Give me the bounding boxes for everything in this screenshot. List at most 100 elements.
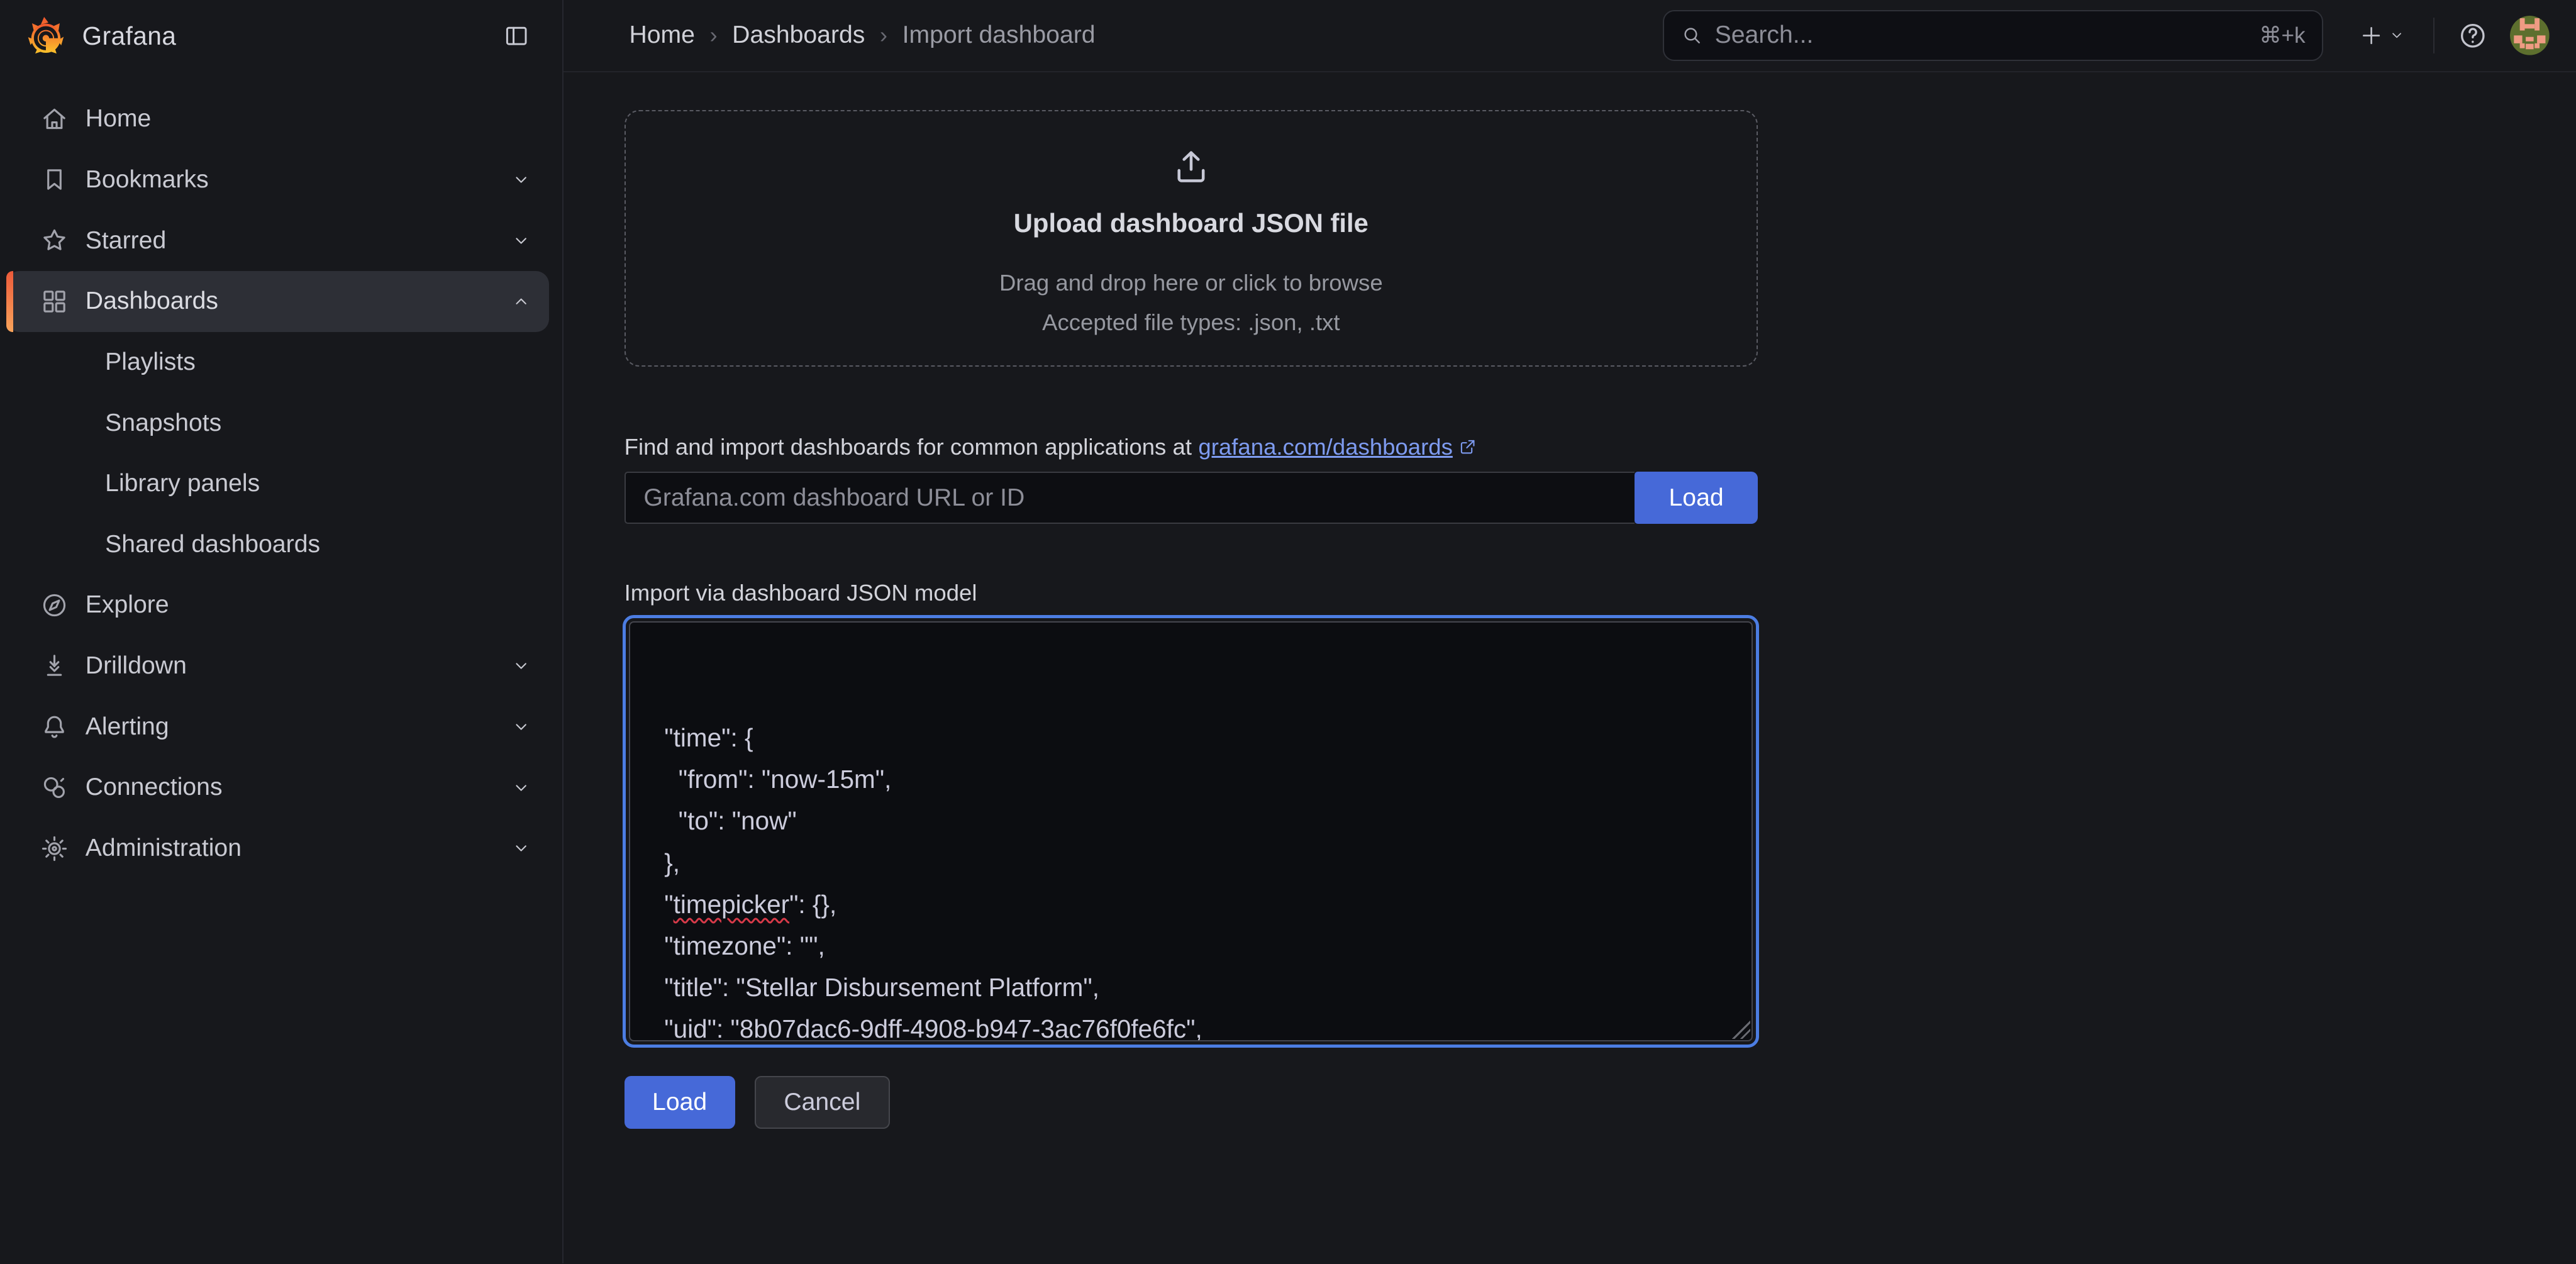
search-input[interactable] bbox=[1715, 21, 2248, 49]
load-button[interactable]: Load bbox=[625, 1076, 735, 1129]
breadcrumb-separator: › bbox=[880, 22, 887, 48]
sidebar-toggle-button[interactable] bbox=[493, 13, 539, 59]
topbar-divider bbox=[2433, 18, 2435, 53]
drilldown-icon bbox=[40, 651, 69, 681]
plus-icon bbox=[2359, 23, 2384, 48]
form-actions: Load Cancel bbox=[625, 1076, 1758, 1129]
breadcrumb: Home › Dashboards › Import dashboard bbox=[629, 21, 1095, 49]
sidebar-item-connections[interactable]: Connections bbox=[6, 757, 549, 818]
sidebar-item-starred[interactable]: Starred bbox=[6, 210, 549, 271]
chevron-down-icon[interactable] bbox=[503, 830, 539, 866]
apps-icon bbox=[40, 287, 69, 316]
cancel-button[interactable]: Cancel bbox=[755, 1076, 890, 1129]
sidebar-item-label: Drilldown bbox=[86, 652, 187, 680]
misspelled-token: timepicker bbox=[674, 890, 789, 919]
gcom-help-prefix: Find and import dashboards for common ap… bbox=[625, 434, 1192, 460]
sidebar-item-label: Home bbox=[86, 105, 152, 133]
sidebar-item-label: Dashboards bbox=[86, 287, 218, 315]
breadcrumb-item-import-dashboard: Import dashboard bbox=[902, 21, 1096, 49]
sidebar-item-label: Snapshots bbox=[105, 409, 221, 437]
gcom-url-input[interactable] bbox=[625, 472, 1635, 524]
sidebar: Grafana Home Bookmarks Starred Dashboards Pl… bbox=[0, 0, 564, 1263]
upload-title: Upload dashboard JSON file bbox=[1014, 208, 1368, 238]
sidebar-item-bookmarks[interactable]: Bookmarks bbox=[6, 150, 549, 211]
resize-grip[interactable] bbox=[1732, 1021, 1750, 1039]
upload-accepted-types: Accepted file types: .json, .txt bbox=[1042, 309, 1340, 336]
gcom-load-button[interactable]: Load bbox=[1635, 472, 1758, 524]
sidebar-item-library-panels[interactable]: Library panels bbox=[6, 453, 549, 514]
sidebar-item-label: Administration bbox=[86, 834, 242, 862]
chevron-down-icon[interactable] bbox=[503, 648, 539, 684]
avatar-icon bbox=[2510, 16, 2550, 55]
sidebar-item-drilldown[interactable]: Drilldown bbox=[6, 636, 549, 697]
chevron-down-icon[interactable] bbox=[503, 223, 539, 258]
sidebar-item-label: Explore bbox=[86, 591, 169, 619]
json-code-line: "time": { bbox=[650, 717, 1732, 758]
sidebar-item-label: Library panels bbox=[105, 470, 260, 497]
sidebar-item-label: Starred bbox=[86, 227, 166, 255]
breadcrumb-item-home[interactable]: Home bbox=[629, 21, 695, 49]
misspelled-token: 8b07dac6-9dff-4908-b947-3ac76f0fe6fc bbox=[740, 1014, 1186, 1042]
help-button[interactable] bbox=[2453, 16, 2492, 55]
gcom-link-text: grafana.com/dashboards bbox=[1198, 434, 1452, 460]
sidebar-item-administration[interactable]: Administration bbox=[6, 818, 549, 879]
breadcrumb-separator: › bbox=[709, 22, 717, 48]
json-code-line: }, bbox=[650, 842, 1732, 884]
json-code-line: "timezone": "", bbox=[650, 925, 1732, 967]
brand-name: Grafana bbox=[82, 21, 177, 51]
chevron-down-icon[interactable] bbox=[503, 770, 539, 806]
sidebar-item-home[interactable]: Home bbox=[6, 89, 549, 150]
new-menu-button[interactable] bbox=[2350, 16, 2415, 54]
brand-row: Grafana bbox=[0, 0, 562, 72]
breadcrumb-item-dashboards[interactable]: Dashboards bbox=[732, 21, 865, 49]
grafana-logo-icon[interactable] bbox=[25, 15, 67, 58]
sidebar-item-label: Alerting bbox=[86, 713, 169, 741]
sidebar-item-shared-dashboards[interactable]: Shared dashboards bbox=[6, 514, 549, 575]
json-editor-wrap: "time": { "from": "now-15m", "to": "now"… bbox=[625, 616, 1758, 1046]
sidebar-item-label: Shared dashboards bbox=[105, 531, 320, 558]
sidebar-item-label: Connections bbox=[86, 773, 223, 801]
cog-icon bbox=[40, 834, 69, 863]
external-link-icon bbox=[1458, 437, 1477, 457]
json-code-line: "uid": "8b07dac6-9dff-4908-b947-3ac76f0f… bbox=[650, 1008, 1732, 1042]
upload-icon bbox=[1170, 146, 1213, 189]
sidebar-item-dashboards[interactable]: Dashboards bbox=[6, 271, 549, 332]
sidebar-item-label: Bookmarks bbox=[86, 166, 209, 194]
search-shortcut: ⌘+k bbox=[2259, 23, 2305, 48]
gcom-dashboards-link[interactable]: grafana.com/dashboards bbox=[1198, 434, 1477, 460]
topbar-actions bbox=[2350, 16, 2550, 55]
json-code-line: "to": "now" bbox=[650, 800, 1732, 841]
home-icon bbox=[40, 104, 69, 134]
sidebar-nav: Home Bookmarks Starred Dashboards Playlists S… bbox=[0, 72, 562, 879]
search-box[interactable]: ⌘+k bbox=[1663, 10, 2323, 61]
bell-icon bbox=[40, 712, 69, 741]
sidebar-item-label: Playlists bbox=[105, 348, 196, 376]
sidebar-item-playlists[interactable]: Playlists bbox=[6, 332, 549, 393]
json-model-label: Import via dashboard JSON model bbox=[625, 580, 1758, 606]
json-code-line: "timepicker": {}, bbox=[650, 884, 1732, 925]
user-avatar[interactable] bbox=[2510, 16, 2550, 55]
import-form: Upload dashboard JSON file Drag and drop… bbox=[625, 110, 1758, 1129]
upload-hint: Drag and drop here or click to browse bbox=[999, 270, 1383, 296]
sidebar-item-alerting[interactable]: Alerting bbox=[6, 696, 549, 757]
gcom-url-row: Load bbox=[625, 472, 1758, 524]
content-area: Upload dashboard JSON file Drag and drop… bbox=[564, 72, 2576, 1263]
upload-dropzone[interactable]: Upload dashboard JSON file Drag and drop… bbox=[625, 110, 1758, 367]
chevron-up-icon[interactable] bbox=[503, 284, 539, 319]
chevron-down-icon[interactable] bbox=[503, 162, 539, 197]
plug-icon bbox=[40, 773, 69, 802]
compass-icon bbox=[40, 590, 69, 620]
question-circle-icon bbox=[2457, 20, 2489, 52]
json-code-line: "from": "now-15m", bbox=[650, 758, 1732, 800]
star-icon bbox=[40, 226, 69, 255]
sidebar-item-snapshots[interactable]: Snapshots bbox=[6, 392, 549, 453]
gcom-help-text: Find and import dashboards for common ap… bbox=[625, 434, 1758, 460]
chevron-down-icon[interactable] bbox=[503, 709, 539, 745]
panel-left-icon bbox=[502, 22, 530, 50]
topbar: Home › Dashboards › Import dashboard ⌘+k bbox=[564, 0, 2576, 72]
sidebar-item-explore[interactable]: Explore bbox=[6, 575, 549, 636]
chevron-down-icon bbox=[2389, 27, 2405, 43]
search-icon bbox=[1680, 24, 1704, 47]
json-model-textarea[interactable]: "time": { "from": "now-15m", "to": "now"… bbox=[629, 621, 1753, 1042]
misspelled-token: uid bbox=[674, 1014, 708, 1042]
